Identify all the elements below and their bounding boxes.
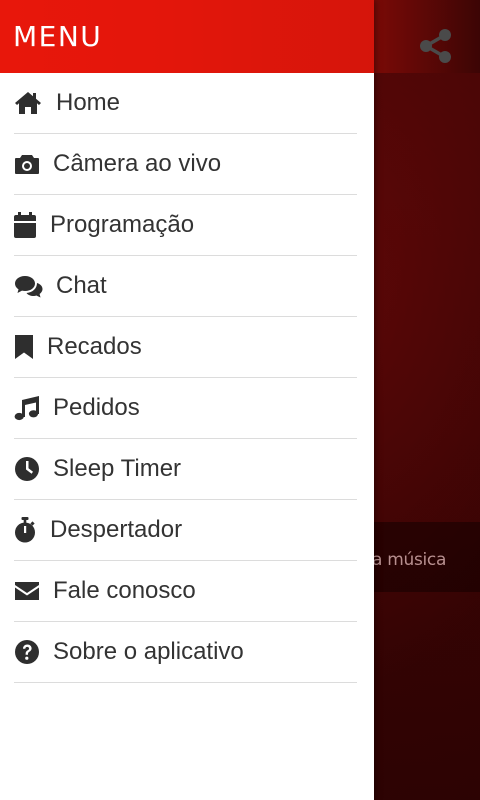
menu-item-despertador[interactable]: Despertador <box>14 500 357 561</box>
question-circle-icon <box>14 638 40 666</box>
envelope-icon <box>14 577 40 605</box>
menu-item-programacao[interactable]: Programação <box>14 195 357 256</box>
camera-icon <box>14 150 40 178</box>
menu-item-recados[interactable]: Recados <box>14 317 357 378</box>
menu-item-label: Câmera ao vivo <box>53 150 222 177</box>
menu-list: Home Câmera ao vivo Programação Chat Rec… <box>0 73 374 683</box>
menu-item-home[interactable]: Home <box>14 73 357 134</box>
now-playing-bar[interactable]: a música <box>374 522 480 592</box>
menu-item-sobre[interactable]: Sobre o aplicativo <box>14 622 357 683</box>
stopwatch-icon <box>14 516 36 544</box>
navigation-drawer: MENU Home Câmera ao vivo Programação Cha… <box>0 0 374 800</box>
menu-item-label: Programação <box>50 211 195 238</box>
music-note-icon <box>14 394 40 422</box>
drawer-header: MENU <box>0 0 374 73</box>
chat-icon <box>14 272 43 300</box>
menu-item-label: Sobre o aplicativo <box>53 638 244 665</box>
menu-item-label: Despertador <box>50 516 183 543</box>
menu-item-chat[interactable]: Chat <box>14 256 357 317</box>
menu-item-label: Home <box>56 89 121 116</box>
menu-item-label: Chat <box>56 272 107 299</box>
share-button[interactable] <box>416 26 456 66</box>
menu-item-fale-conosco[interactable]: Fale conosco <box>14 561 357 622</box>
drawer-title: MENU <box>13 20 103 53</box>
share-icon <box>420 29 451 63</box>
menu-item-label: Recados <box>47 333 142 360</box>
menu-item-label: Pedidos <box>53 394 140 421</box>
home-icon <box>14 89 42 117</box>
menu-item-camera[interactable]: Câmera ao vivo <box>14 134 357 195</box>
menu-item-pedidos[interactable]: Pedidos <box>14 378 357 439</box>
menu-item-label: Fale conosco <box>53 577 196 604</box>
calendar-icon <box>14 211 36 239</box>
menu-item-sleep-timer[interactable]: Sleep Timer <box>14 439 357 500</box>
now-playing-text: a música <box>374 550 447 570</box>
bookmark-icon <box>14 333 34 361</box>
menu-item-label: Sleep Timer <box>53 455 182 482</box>
clock-icon <box>14 455 40 483</box>
